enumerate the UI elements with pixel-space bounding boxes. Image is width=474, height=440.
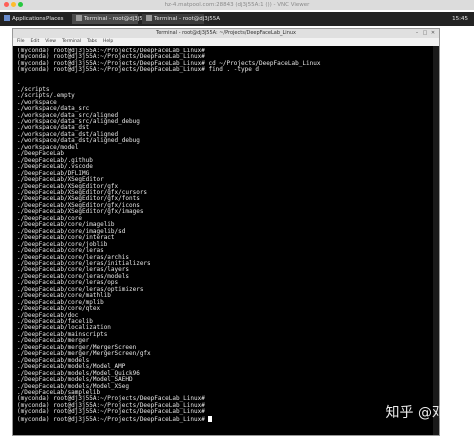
desktop-panel: Applications Places Terminal - root@dj3j…: [0, 12, 474, 26]
terminal-titlebar[interactable]: Terminal - root@dj3j55A: ~/Projects/Deep…: [13, 29, 439, 38]
taskbar-terminal-active[interactable]: Terminal - root@dj3j55A: [72, 14, 150, 24]
vnc-title-text: hz-4.matpool.com:28843 (dj3j55A:1 ()) - …: [164, 2, 310, 8]
text-cursor: [208, 415, 213, 422]
terminal-title: Terminal - root@dj3j55A: ~/Projects/Deep…: [156, 30, 296, 36]
terminal-output[interactable]: (myconda) root@dj3j55A:~/Projects/DeepFa…: [17, 48, 431, 433]
terminal-window[interactable]: Terminal - root@dj3j55A: ~/Projects/Deep…: [12, 28, 440, 436]
window-controls[interactable]: [4, 2, 23, 7]
menu-file[interactable]: File: [17, 38, 25, 46]
panel-clock: 15:45: [452, 16, 468, 22]
taskbar-terminal[interactable]: Terminal - root@dj3j55A: [142, 14, 220, 24]
terminal-icon: [146, 15, 152, 21]
zoom-dot[interactable]: [18, 2, 23, 7]
vnc-window-titlebar[interactable]: hz-4.matpool.com:28843 (dj3j55A:1 ()) - …: [0, 0, 474, 10]
menu-help[interactable]: Help: [103, 38, 113, 46]
applications-menu[interactable]: Applications: [4, 12, 46, 26]
terminal-window-buttons: – □ ✕: [414, 30, 436, 36]
menu-tabs[interactable]: Tabs: [87, 38, 97, 46]
minimize-icon[interactable]: –: [414, 30, 420, 36]
menu-terminal[interactable]: Terminal: [62, 38, 81, 46]
terminal-line: (myconda) root@dj3j55A:~/Projects/DeepFa…: [17, 415, 431, 423]
watermark: 知乎 @邓侃: [385, 405, 460, 421]
places-menu[interactable]: Places: [46, 12, 64, 26]
minimize-dot[interactable]: [11, 2, 16, 7]
close-dot[interactable]: [4, 2, 9, 7]
maximize-icon[interactable]: □: [422, 30, 428, 36]
menu-edit[interactable]: Edit: [31, 38, 40, 46]
terminal-menubar: File Edit View Terminal Tabs Help: [13, 38, 439, 46]
menu-view[interactable]: View: [45, 38, 56, 46]
terminal-icon: [76, 15, 82, 21]
terminal-scrollbar[interactable]: [433, 46, 439, 435]
close-icon[interactable]: ✕: [430, 30, 436, 36]
applications-icon: [4, 15, 10, 21]
